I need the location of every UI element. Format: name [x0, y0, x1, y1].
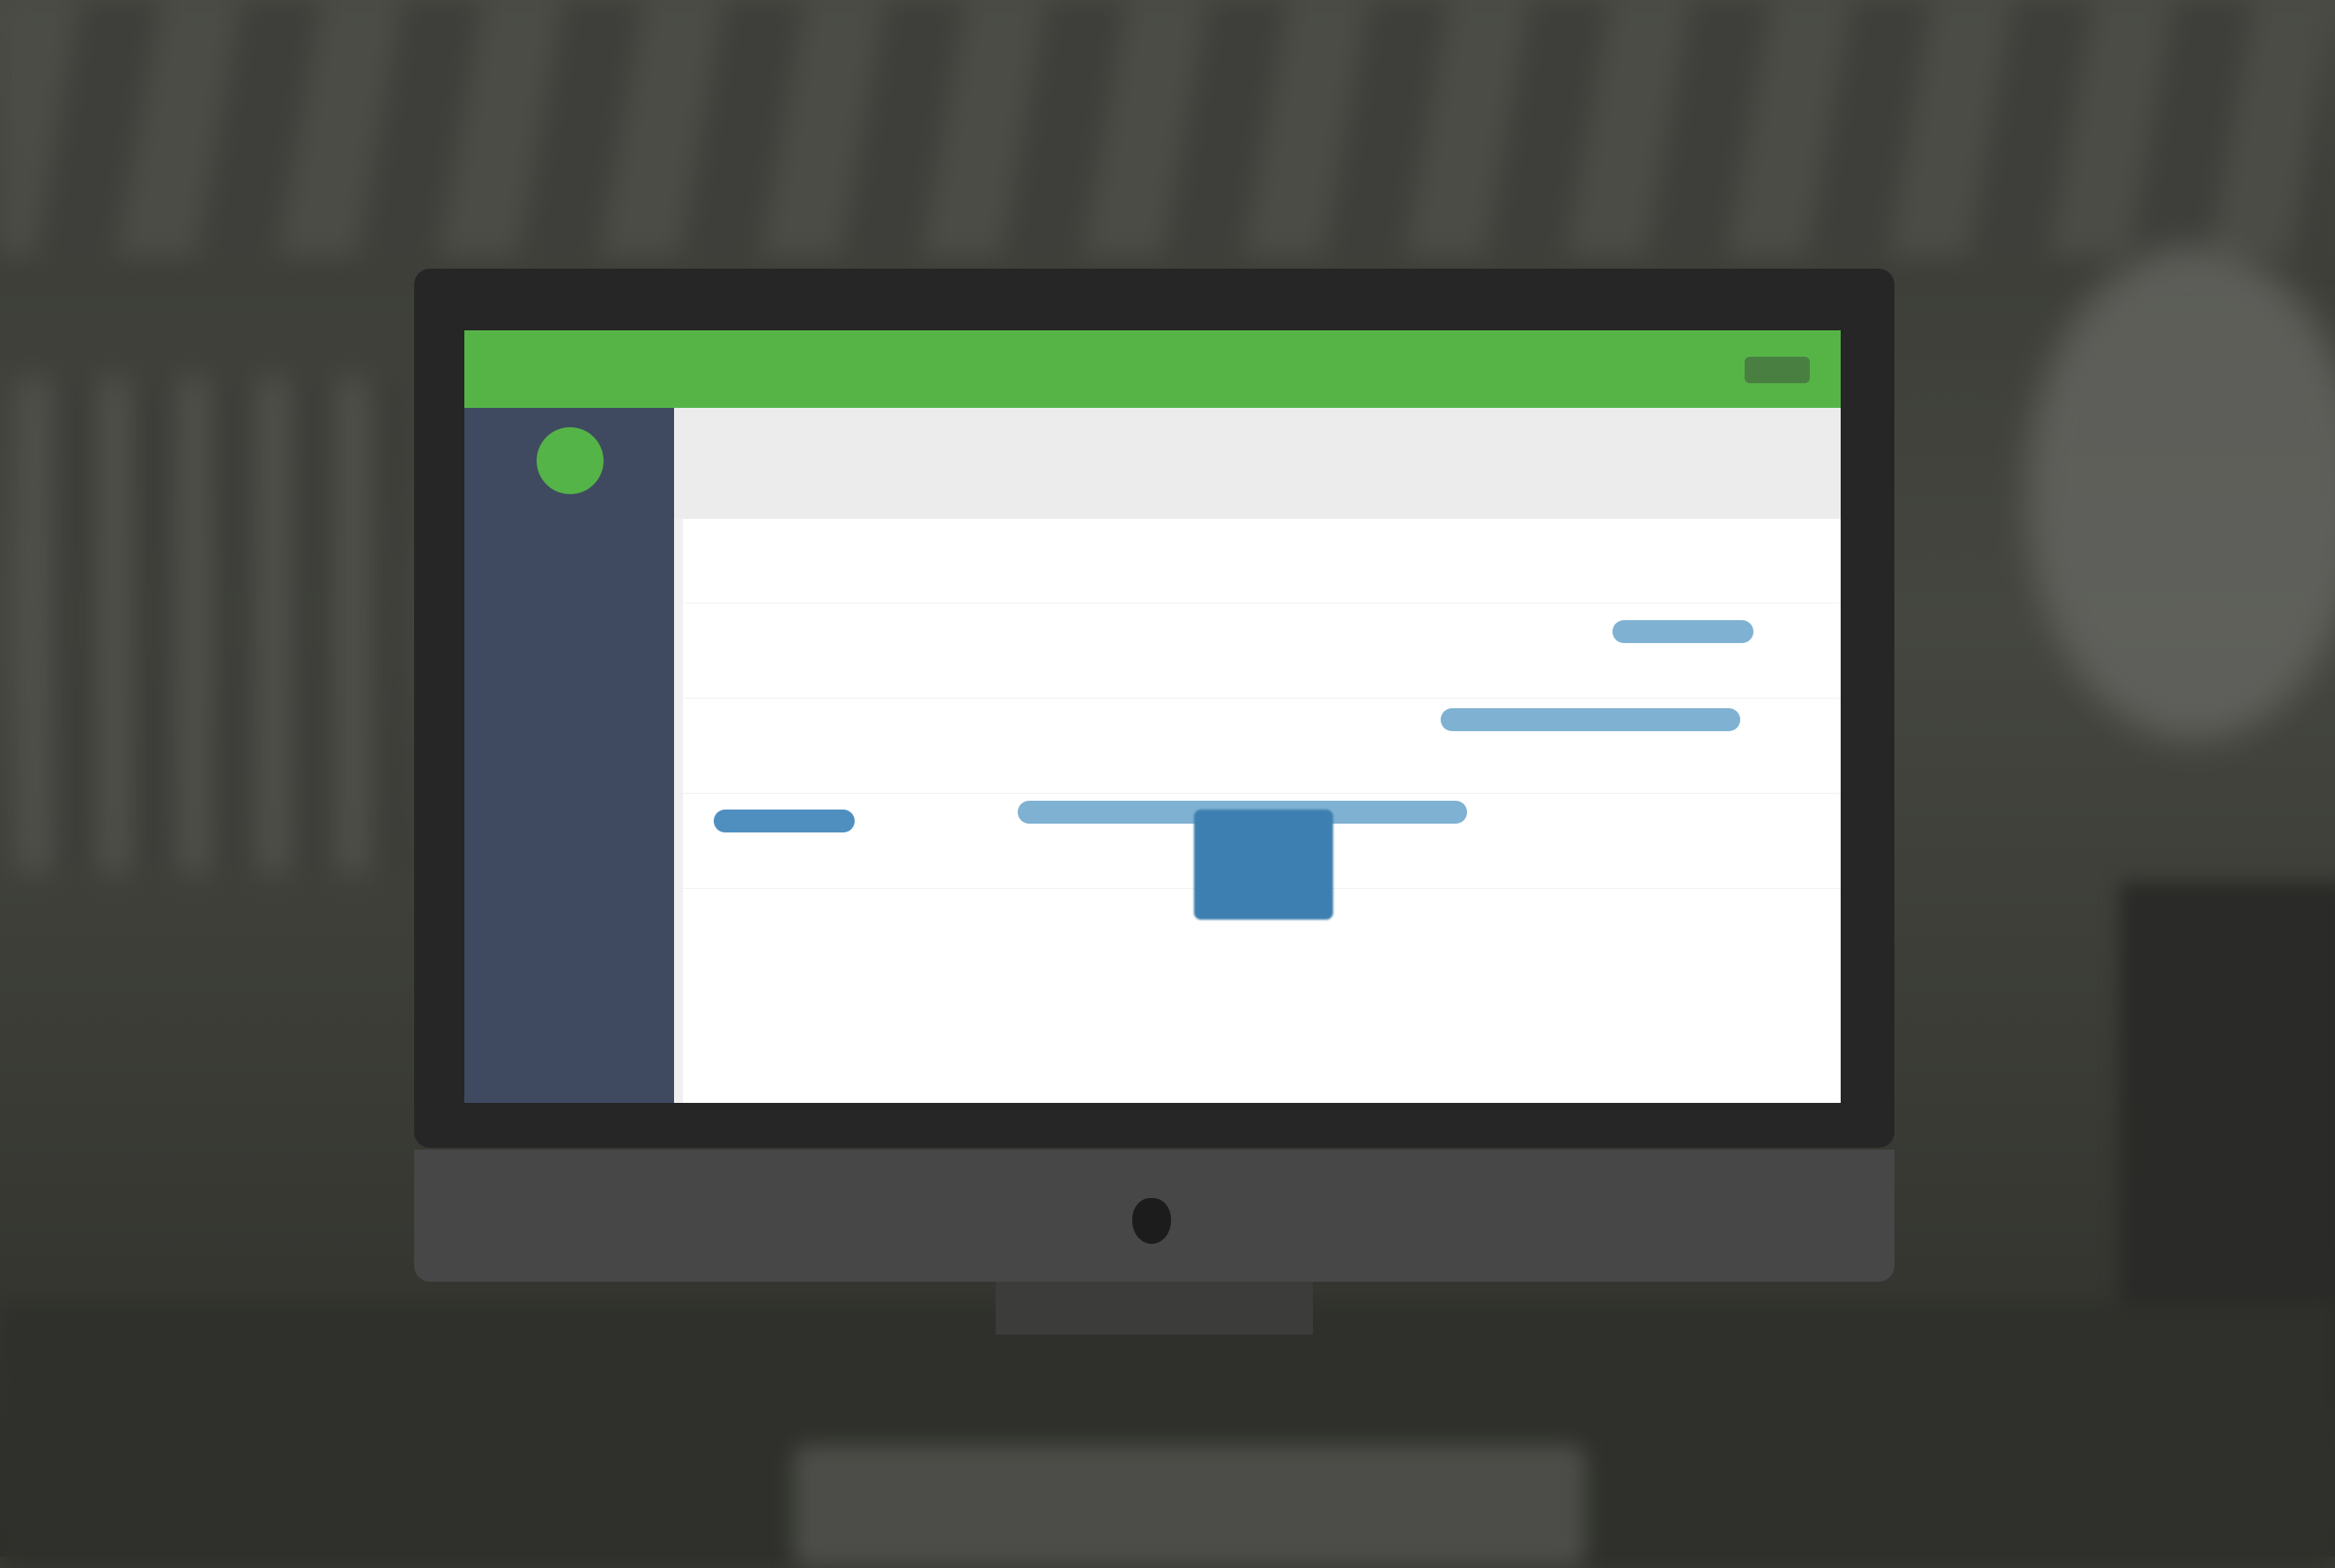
calendar-event[interactable] [1441, 708, 1740, 731]
sidebar-item[interactable] [464, 632, 674, 692]
sidebar-nav [464, 512, 674, 991]
sidebar-item[interactable] [464, 811, 674, 871]
sidebar-item[interactable] [464, 871, 674, 931]
sidebar-item[interactable] [464, 751, 674, 811]
apple-logo-icon [1132, 1198, 1171, 1244]
background-shelf [18, 379, 405, 872]
calendar-panel [683, 519, 1841, 1103]
sidebar-item[interactable] [464, 512, 674, 572]
main-content [674, 408, 1841, 1103]
sidebar-item[interactable] [464, 572, 674, 632]
calendar-event[interactable] [1194, 810, 1333, 920]
sidebar-item[interactable] [464, 931, 674, 991]
avatar[interactable] [537, 427, 604, 494]
app-screen [464, 330, 1841, 1103]
user-menu-button[interactable] [1745, 357, 1810, 383]
background-lamp [2027, 247, 2335, 740]
sidebar-item[interactable] [464, 692, 674, 751]
monitor-stand [996, 1282, 1313, 1335]
background-ceiling [0, 0, 2335, 255]
top-bar [464, 330, 1841, 408]
calendar-event[interactable] [1612, 620, 1753, 643]
calendar-week-row [683, 603, 1841, 699]
page-header [674, 408, 1841, 519]
calendar-event[interactable] [714, 810, 855, 832]
background-keyboard [793, 1445, 1586, 1568]
sidebar [464, 408, 674, 1103]
